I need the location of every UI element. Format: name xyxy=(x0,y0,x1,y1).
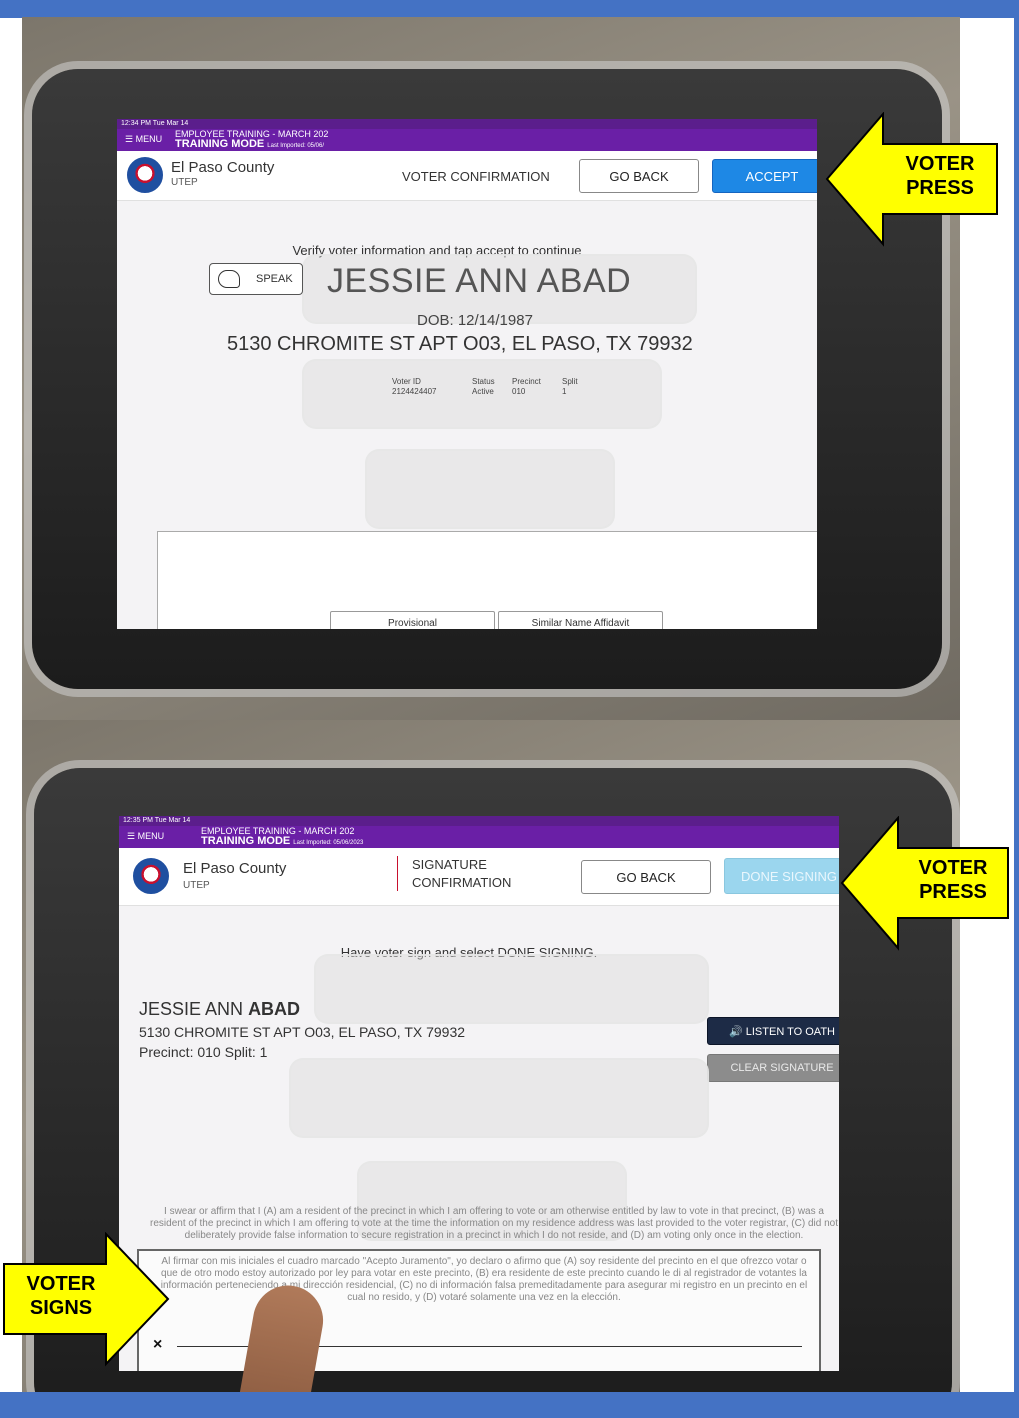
training-block: EMPLOYEE TRAINING - MARCH 202 TRAINING M… xyxy=(175,129,328,151)
precinct-block: Precinct 010 xyxy=(512,377,541,398)
provisional-button[interactable]: Provisional xyxy=(330,611,495,629)
voter-address: 5130 CHROMITE ST APT O03, EL PASO, TX 79… xyxy=(139,1024,466,1040)
location-name: UTEP xyxy=(183,880,210,891)
bottom-border xyxy=(0,1392,1019,1418)
county-name: El Paso County xyxy=(171,159,275,176)
voter-press-label: VOTER PRESS xyxy=(905,153,975,199)
done-signing-button[interactable]: DONE SIGNING xyxy=(724,858,839,894)
voter-dob: DOB: 12/14/1987 xyxy=(417,312,533,329)
location-name: UTEP xyxy=(171,177,198,188)
similar-name-affidavit-button[interactable]: Similar Name Affidavit xyxy=(498,611,663,629)
braille-overlay xyxy=(289,1058,709,1138)
speak-label: SPEAK xyxy=(256,273,293,285)
header-row: El Paso County UTEP VOTER CONFIRMATION G… xyxy=(117,151,817,201)
oath-english: I swear or affirm that I (A) am a reside… xyxy=(150,1206,838,1241)
status-label: Status xyxy=(472,377,495,386)
precinct-label: Precinct xyxy=(512,377,541,386)
county-seal-icon xyxy=(127,157,163,193)
clear-signature-button[interactable]: CLEAR SIGNATURE xyxy=(707,1054,839,1082)
training-mode: TRAINING MODE Last Imported: 05/06/2023 xyxy=(201,836,363,848)
braille-overlay xyxy=(365,449,615,529)
last-imported: Last Imported: 05/06/2023 xyxy=(293,840,364,847)
voter-address: 5130 CHROMITE ST APT O03, EL PASO, TX 79… xyxy=(227,333,693,355)
callout-voter-press-1: VOTER PRESS xyxy=(825,112,1005,247)
voter-id: 2124424407 xyxy=(392,387,437,397)
voter-id-label: Voter ID xyxy=(392,377,421,386)
screen-title: SIGNATURE CONFIRMATION xyxy=(397,856,512,892)
tablet-screen: 12:34 PM Tue Mar 14 ☰ MENU EMPLOYEE TRAI… xyxy=(117,119,817,629)
voter-press-label: VOTER PRESS xyxy=(918,857,988,903)
app-bar: ☰ MENU EMPLOYEE TRAINING - MARCH 202 TRA… xyxy=(119,826,839,848)
split-block: Split 1 xyxy=(562,377,578,398)
status-bar: 12:35 PM Tue Mar 14 xyxy=(119,816,839,826)
split-label: Split xyxy=(562,377,578,386)
speak-head-icon xyxy=(218,270,240,288)
photo-voter-confirmation: 12:34 PM Tue Mar 14 ☰ MENU EMPLOYEE TRAI… xyxy=(22,17,960,720)
listen-to-oath-label: LISTEN TO OATH xyxy=(745,1025,835,1038)
voter-first-name: JESSIE ANN xyxy=(139,999,244,1019)
listen-to-oath-button[interactable]: 🔊 LISTEN TO OATH xyxy=(707,1017,839,1045)
voter-name: JESSIE ANN ABAD xyxy=(327,262,632,300)
county-name: El Paso County xyxy=(183,860,287,877)
top-border xyxy=(0,0,1019,18)
training-mode-label: TRAINING MODE xyxy=(175,138,265,151)
right-border xyxy=(1014,0,1019,1418)
go-back-button[interactable]: GO BACK xyxy=(581,860,711,894)
status-bar: 12:34 PM Tue Mar 14 xyxy=(117,119,817,129)
speak-button[interactable]: SPEAK xyxy=(209,263,303,295)
county-seal-icon xyxy=(133,858,169,894)
precinct-split: Precinct: 010 Split: 1 xyxy=(139,1044,268,1060)
menu-button[interactable]: ☰ MENU xyxy=(127,831,164,842)
menu-label: MENU xyxy=(135,134,163,144)
oath-spanish: Al firmar con mis iniciales el cuadro ma… xyxy=(160,1256,808,1303)
precinct-value: 010 xyxy=(512,387,526,397)
tablet-screen: 12:35 PM Tue Mar 14 ☰ MENU EMPLOYEE TRAI… xyxy=(119,816,839,1371)
voter-name: JESSIE ANN ABAD xyxy=(139,999,300,1020)
voter-last-name: ABAD xyxy=(248,999,301,1019)
menu-label: MENU xyxy=(137,831,165,841)
voter-id-block: Voter ID 2124424407 xyxy=(392,377,437,398)
braille-overlay xyxy=(314,954,709,1024)
split-value: 1 xyxy=(562,387,567,397)
menu-button[interactable]: ☰ MENU xyxy=(125,134,162,145)
app-bar: ☰ MENU EMPLOYEE TRAINING - MARCH 202 TRA… xyxy=(117,129,817,151)
callout-voter-press-2: VOTER PRESS xyxy=(840,816,1012,951)
voter-signs-label: VOTER SIGNS xyxy=(26,1273,96,1319)
training-block: EMPLOYEE TRAINING - MARCH 202 TRAINING M… xyxy=(201,826,363,848)
screen-title-line1: SIGNATURE xyxy=(412,857,487,872)
screen-title-line2: CONFIRMATION xyxy=(412,874,512,890)
training-mode-label: TRAINING MODE xyxy=(201,835,291,848)
screen-title: VOTER CONFIRMATION xyxy=(402,169,550,184)
callout-voter-signs: VOTER SIGNS xyxy=(2,1232,170,1367)
status-value: Active xyxy=(472,387,494,397)
training-mode: TRAINING MODE Last Imported: 05/06/ xyxy=(175,139,328,151)
header-row: El Paso County UTEP SIGNATURE CONFIRMATI… xyxy=(119,848,839,906)
status-block: Status Active xyxy=(472,377,495,398)
accept-button[interactable]: ACCEPT xyxy=(712,159,817,193)
go-back-button[interactable]: GO BACK xyxy=(579,159,699,193)
last-imported: Last Imported: 05/06/ xyxy=(267,143,324,150)
